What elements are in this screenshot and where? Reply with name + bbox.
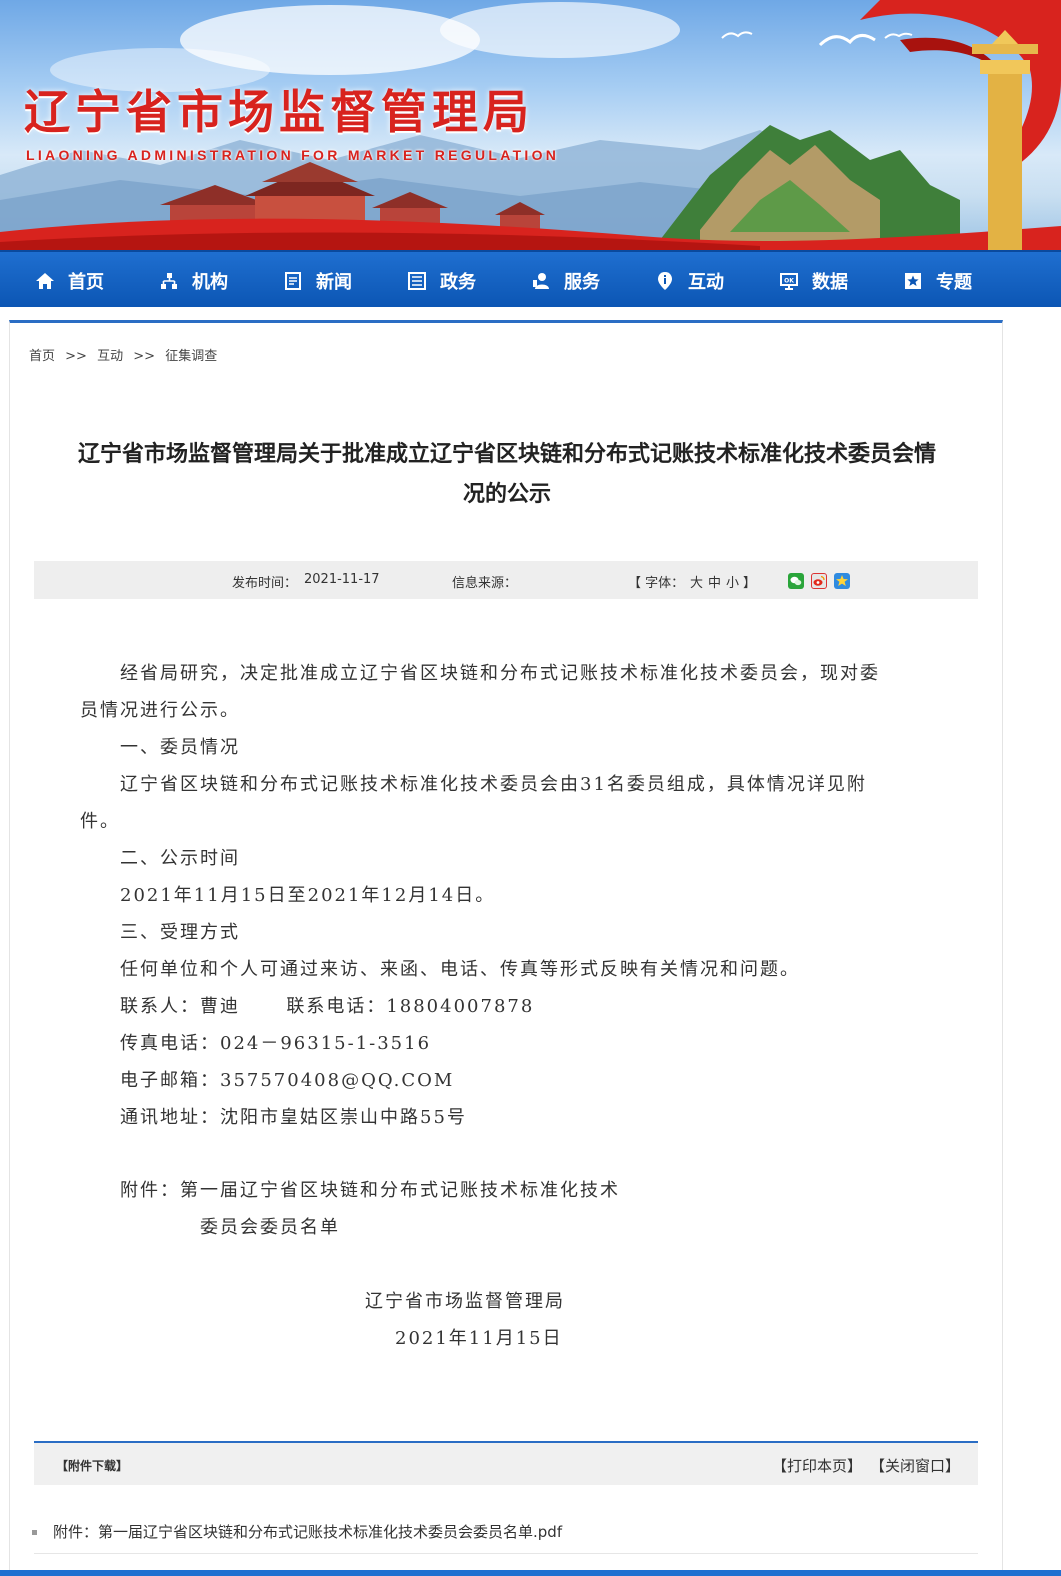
breadcrumb-page[interactable]: 征集调查 [165, 349, 217, 364]
star-icon [902, 270, 924, 292]
body-paragraph: 辽宁省区块链和分布式记账技术标准化技术委员会由31名委员组成，具体情况详见附 [120, 774, 867, 795]
fax-line: 传真电话：024－96315-1-3516 [120, 1033, 432, 1054]
attachment-note: 委员会委员名单 [200, 1217, 340, 1238]
info-icon [654, 270, 676, 292]
nav-item-label: 专题 [936, 271, 972, 293]
breadcrumb-separator: >> [65, 349, 87, 364]
font-size-medium[interactable]: 中 [708, 572, 721, 591]
site-subtitle: LIAONING ADMINISTRATION FOR MARKET REGUL… [26, 147, 560, 163]
article-meta-bar: 发布时间： 2021-11-17 信息来源： 【 字体： 大 中 小 】 [34, 561, 978, 599]
body-paragraph: 任何单位和个人可通过来访、来函、电话、传真等形式反映有关情况和问题。 [120, 959, 800, 980]
attachment-note: 附件：第一届辽宁省区块链和分布式记账技术标准化技术 [120, 1180, 620, 1201]
address-line: 通讯地址：沈阳市皇姑区崇山中路55号 [120, 1107, 467, 1128]
org-chart-icon [158, 270, 180, 292]
email-line: 电子邮箱：357570408@QQ.COM [120, 1070, 455, 1091]
nav-item-label: 互动 [688, 271, 724, 293]
publish-date: 2021-11-17 [304, 572, 380, 587]
bullet-icon [32, 1530, 37, 1535]
publish-label: 发布时间： [232, 576, 298, 591]
main-nav: 首页 机构 新闻 政务 服务 互动 OK 数据 专题 [0, 250, 1061, 307]
nav-item-label: 新闻 [316, 271, 352, 293]
nav-item-label: 政务 [440, 271, 476, 293]
source-label: 信息来源： [452, 576, 518, 591]
signature-date: 2021年11月15日 [395, 1328, 563, 1349]
content-panel: 首页 >> 互动 >> 征集调查 辽宁省市场监督管理局关于批准成立辽宁省区块链和… [9, 320, 1003, 1576]
body-heading: 二、公示时间 [120, 848, 240, 869]
close-window-button[interactable]: 【关闭窗口】 [870, 1455, 960, 1476]
body-paragraph: 经省局研究，决定批准成立辽宁省区块链和分布式记账技术标准化技术委员会，现对委 [120, 663, 880, 684]
divider [34, 1553, 978, 1554]
attachment-file-name[interactable]: 附件：第一届辽宁省区块链和分布式记账技术标准化技术委员会委员名单.pdf [53, 1523, 562, 1541]
body-heading: 三、受理方式 [120, 922, 240, 943]
nav-item-data[interactable]: OK 数据 [778, 252, 848, 309]
body-paragraph: 员情况进行公示。 [80, 700, 240, 721]
nav-item-label: 首页 [68, 271, 104, 293]
breadcrumb-separator: >> [133, 349, 156, 364]
nav-item-affairs[interactable]: 政务 [406, 252, 476, 309]
body-paragraph: 2021年11月15日至2021年12月14日。 [120, 885, 496, 906]
service-icon [530, 270, 552, 292]
qzone-icon[interactable] [834, 573, 850, 589]
nav-item-interact[interactable]: 互动 [654, 252, 724, 309]
nav-item-service[interactable]: 服务 [530, 252, 600, 309]
font-size-large[interactable]: 大 [690, 572, 703, 591]
site-title: 辽宁省市场监督管理局 [24, 85, 534, 139]
list-icon [406, 270, 428, 292]
body-heading: 一、委员情况 [120, 737, 240, 758]
attachment-bar: 【附件下载】 【打印本页】 【关闭窗口】 [34, 1441, 978, 1485]
nav-item-topic[interactable]: 专题 [902, 252, 972, 309]
news-icon [282, 270, 304, 292]
breadcrumb-home[interactable]: 首页 [29, 349, 55, 364]
signature-org: 辽宁省市场监督管理局 [365, 1291, 565, 1312]
attachment-download-label: 【附件下载】 [56, 1459, 129, 1473]
nav-item-home[interactable]: 首页 [34, 252, 104, 309]
print-page-button[interactable]: 【打印本页】 [772, 1455, 862, 1476]
breadcrumb-section[interactable]: 互动 [97, 349, 123, 364]
nav-item-label: 服务 [564, 271, 600, 293]
attachment-file-link[interactable]: 附件：第一届辽宁省区块链和分布式记账技术标准化技术委员会委员名单.pdf [32, 1521, 562, 1542]
font-size-open: 【 字体： [628, 576, 685, 591]
body-paragraph: 件。 [80, 811, 120, 832]
footer-bar [0, 1570, 1061, 1576]
svg-text:OK: OK [784, 277, 794, 284]
nav-item-label: 数据 [812, 271, 848, 293]
font-size-small[interactable]: 小 [726, 572, 739, 591]
home-icon [34, 270, 56, 292]
article-title-line: 况的公示 [462, 482, 551, 507]
site-banner: 辽宁省市场监督管理局 LIAONING ADMINISTRATION FOR M… [0, 0, 1061, 250]
breadcrumb: 首页 >> 互动 >> 征集调查 [29, 345, 217, 364]
article-title: 辽宁省市场监督管理局关于批准成立辽宁省区块链和分布式记账技术标准化技术委员会情 … [34, 435, 980, 515]
weibo-icon[interactable] [811, 573, 827, 589]
article-title-line: 辽宁省市场监督管理局关于批准成立辽宁省区块链和分布式记账技术标准化技术委员会情 [77, 442, 936, 467]
nav-item-label: 机构 [192, 271, 228, 293]
contact-line: 联系人：曹迪 联系电话：18804007878 [120, 996, 535, 1017]
wechat-icon[interactable] [788, 573, 804, 589]
data-icon: OK [778, 270, 800, 292]
font-size-close: 】 [743, 576, 757, 591]
nav-item-news[interactable]: 新闻 [282, 252, 352, 309]
nav-item-org[interactable]: 机构 [158, 252, 228, 309]
